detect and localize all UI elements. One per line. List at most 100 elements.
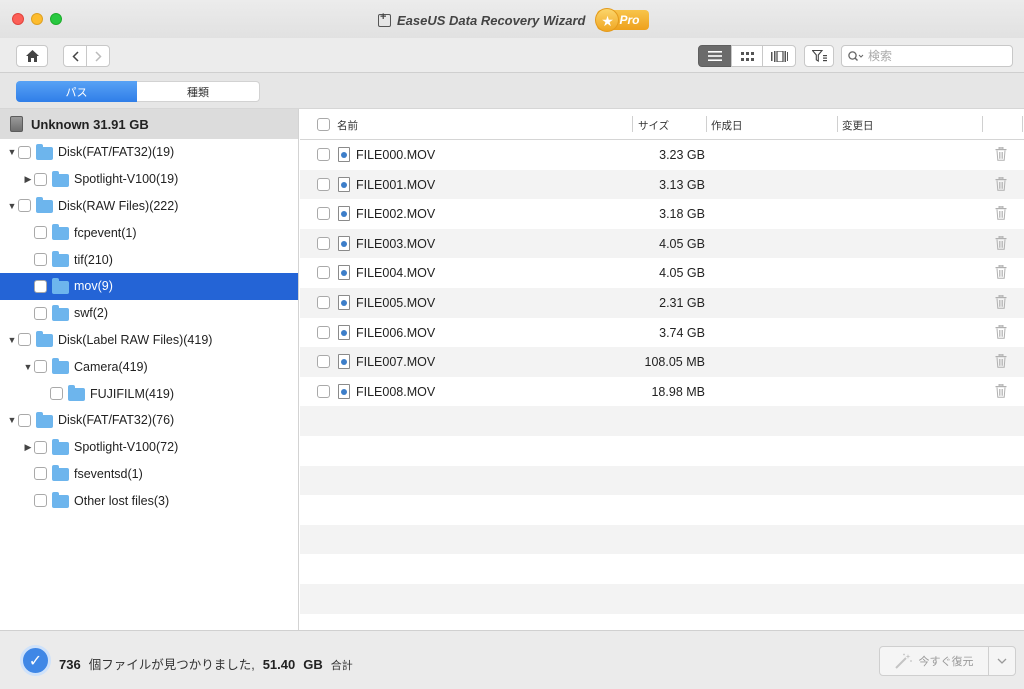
trash-icon[interactable] — [995, 265, 1007, 280]
tree-item-checkbox[interactable] — [18, 333, 31, 347]
disclosure-expanded-icon[interactable]: ▼ — [6, 147, 18, 157]
empty-row — [300, 406, 1024, 436]
column-divider[interactable] — [1022, 116, 1023, 132]
file-list-header: 名前 サイズ 作成日 変更日 — [300, 109, 1024, 140]
disclosure-expanded-icon[interactable]: ▼ — [6, 335, 18, 345]
file-row-checkbox[interactable] — [317, 355, 330, 369]
sidebar-tree-item[interactable]: ▼ Disk(FAT/FAT32)(76) — [0, 407, 298, 434]
disclosure-expanded-icon[interactable]: ▼ — [6, 415, 18, 425]
search-box — [841, 45, 1013, 67]
disclosure-expanded-icon[interactable]: ▼ — [22, 362, 34, 372]
back-button[interactable] — [63, 45, 87, 67]
file-row-checkbox[interactable] — [317, 295, 330, 309]
trash-icon[interactable] — [995, 383, 1007, 398]
file-row[interactable]: FILE006.MOV 3.74 GB — [300, 318, 1024, 348]
tree-item-checkbox[interactable] — [34, 253, 47, 267]
file-name: FILE001.MOV — [356, 177, 436, 192]
empty-row — [300, 583, 1024, 614]
tree-item-checkbox[interactable] — [34, 306, 47, 320]
drive-header[interactable]: Unknown 31.91 GB — [0, 109, 298, 139]
trash-icon[interactable] — [995, 324, 1007, 339]
column-header-modified[interactable]: 変更日 — [842, 117, 874, 133]
sidebar-tree-item[interactable]: FUJIFILM(419) — [0, 380, 298, 407]
column-header-name[interactable]: 名前 — [337, 117, 358, 133]
column-divider[interactable] — [706, 116, 707, 132]
column-divider[interactable] — [982, 116, 983, 132]
total-size-unit: GB — [303, 657, 323, 672]
file-row[interactable]: FILE001.MOV 3.13 GB — [300, 169, 1024, 200]
trash-icon[interactable] — [995, 176, 1007, 191]
file-row-checkbox[interactable] — [317, 266, 330, 280]
file-row[interactable]: FILE002.MOV 3.18 GB — [300, 199, 1024, 229]
file-row-checkbox[interactable] — [317, 207, 330, 221]
disclosure-collapsed-icon[interactable]: ▶ — [22, 442, 34, 453]
list-view-icon — [708, 51, 722, 61]
file-row-checkbox[interactable] — [317, 384, 330, 398]
tree-item-checkbox[interactable] — [34, 226, 47, 240]
file-row-checkbox[interactable] — [317, 148, 330, 161]
tree-item-checkbox[interactable] — [50, 387, 63, 401]
disclosure-expanded-icon[interactable]: ▼ — [6, 201, 18, 211]
file-row[interactable]: FILE007.MOV 108.05 MB — [300, 347, 1024, 377]
close-window-button[interactable] — [12, 13, 24, 25]
file-row[interactable]: FILE008.MOV 18.98 MB — [300, 377, 1024, 407]
column-divider[interactable] — [837, 116, 838, 132]
recover-now-button[interactable]: 今すぐ復元 — [879, 646, 989, 676]
sidebar-tree-item[interactable]: Other lost files(3) — [0, 487, 298, 514]
sidebar-tree-item[interactable]: ▼ Disk(RAW Files)(222) — [0, 193, 298, 220]
tree-item-checkbox[interactable] — [18, 199, 31, 213]
file-rows: FILE000.MOV 3.23 GB FILE001.MOV 3.13 GB FILE… — [300, 140, 1024, 643]
column-header-size[interactable]: サイズ — [638, 117, 669, 133]
app-title: EaseUS Data Recovery Wizard ★ Pro — [378, 8, 650, 32]
select-all-checkbox[interactable] — [317, 118, 330, 131]
file-name: FILE008.MOV — [356, 384, 436, 399]
tab-type[interactable]: 種類 — [137, 81, 260, 102]
file-row-checkbox[interactable] — [317, 236, 330, 250]
trash-icon[interactable] — [995, 235, 1007, 250]
trash-icon[interactable] — [995, 147, 1007, 161]
tree-item-checkbox[interactable] — [34, 360, 47, 374]
sidebar-tree-item[interactable]: ▼ Disk(FAT/FAT32)(19) — [0, 139, 298, 166]
list-view-button[interactable] — [698, 45, 732, 67]
sidebar-tree-item[interactable]: fseventsd(1) — [0, 461, 298, 488]
recover-options-dropdown[interactable] — [988, 646, 1016, 676]
trash-icon[interactable] — [995, 354, 1007, 368]
tree-item-checkbox[interactable] — [18, 413, 31, 427]
search-input[interactable] — [868, 49, 1008, 63]
tree-item-checkbox[interactable] — [18, 145, 31, 159]
sidebar-tree-item[interactable]: ▶ Spotlight-V100(19) — [0, 166, 298, 193]
sidebar-tree-item[interactable]: ▼ Disk(Label RAW Files)(419) — [0, 327, 298, 354]
zoom-window-button[interactable] — [50, 13, 62, 25]
file-row[interactable]: FILE003.MOV 4.05 GB — [300, 228, 1024, 259]
grid-view-button[interactable] — [731, 45, 763, 67]
file-row[interactable]: FILE005.MOV 2.31 GB — [300, 287, 1024, 318]
column-divider[interactable] — [632, 116, 633, 132]
tree-item-checkbox[interactable] — [34, 440, 47, 454]
trash-icon[interactable] — [995, 206, 1007, 220]
file-row[interactable]: FILE000.MOV 3.23 GB — [300, 140, 1024, 170]
sidebar-tree-item[interactable]: tif(210) — [0, 246, 298, 273]
coverflow-view-button[interactable] — [762, 45, 796, 67]
home-button[interactable] — [16, 45, 48, 67]
sidebar-tree-item[interactable]: mov(9) — [0, 272, 298, 300]
tab-path[interactable]: パス — [16, 81, 137, 102]
sidebar-tree-item[interactable]: fcpevent(1) — [0, 219, 298, 246]
file-size: 4.05 GB — [659, 236, 705, 251]
tree-item-checkbox[interactable] — [34, 279, 47, 293]
disclosure-collapsed-icon[interactable]: ▶ — [22, 174, 34, 185]
forward-button[interactable] — [86, 45, 110, 67]
file-row[interactable]: FILE004.MOV 4.05 GB — [300, 258, 1024, 288]
sidebar-tree-item[interactable]: swf(2) — [0, 300, 298, 327]
trash-icon[interactable] — [995, 294, 1007, 309]
tree-item-checkbox[interactable] — [34, 494, 47, 508]
sidebar-tree-item[interactable]: ▼ Camera(419) — [0, 353, 298, 380]
minimize-window-button[interactable] — [31, 13, 43, 25]
tree-item-checkbox[interactable] — [34, 172, 47, 186]
column-header-created[interactable]: 作成日 — [711, 117, 743, 133]
tree-item-checkbox[interactable] — [34, 467, 47, 481]
file-row-checkbox[interactable] — [317, 177, 330, 191]
file-row-checkbox[interactable] — [317, 325, 330, 339]
filter-button[interactable] — [804, 45, 834, 67]
video-file-icon — [338, 206, 350, 222]
sidebar-tree-item[interactable]: ▶ Spotlight-V100(72) — [0, 434, 298, 461]
